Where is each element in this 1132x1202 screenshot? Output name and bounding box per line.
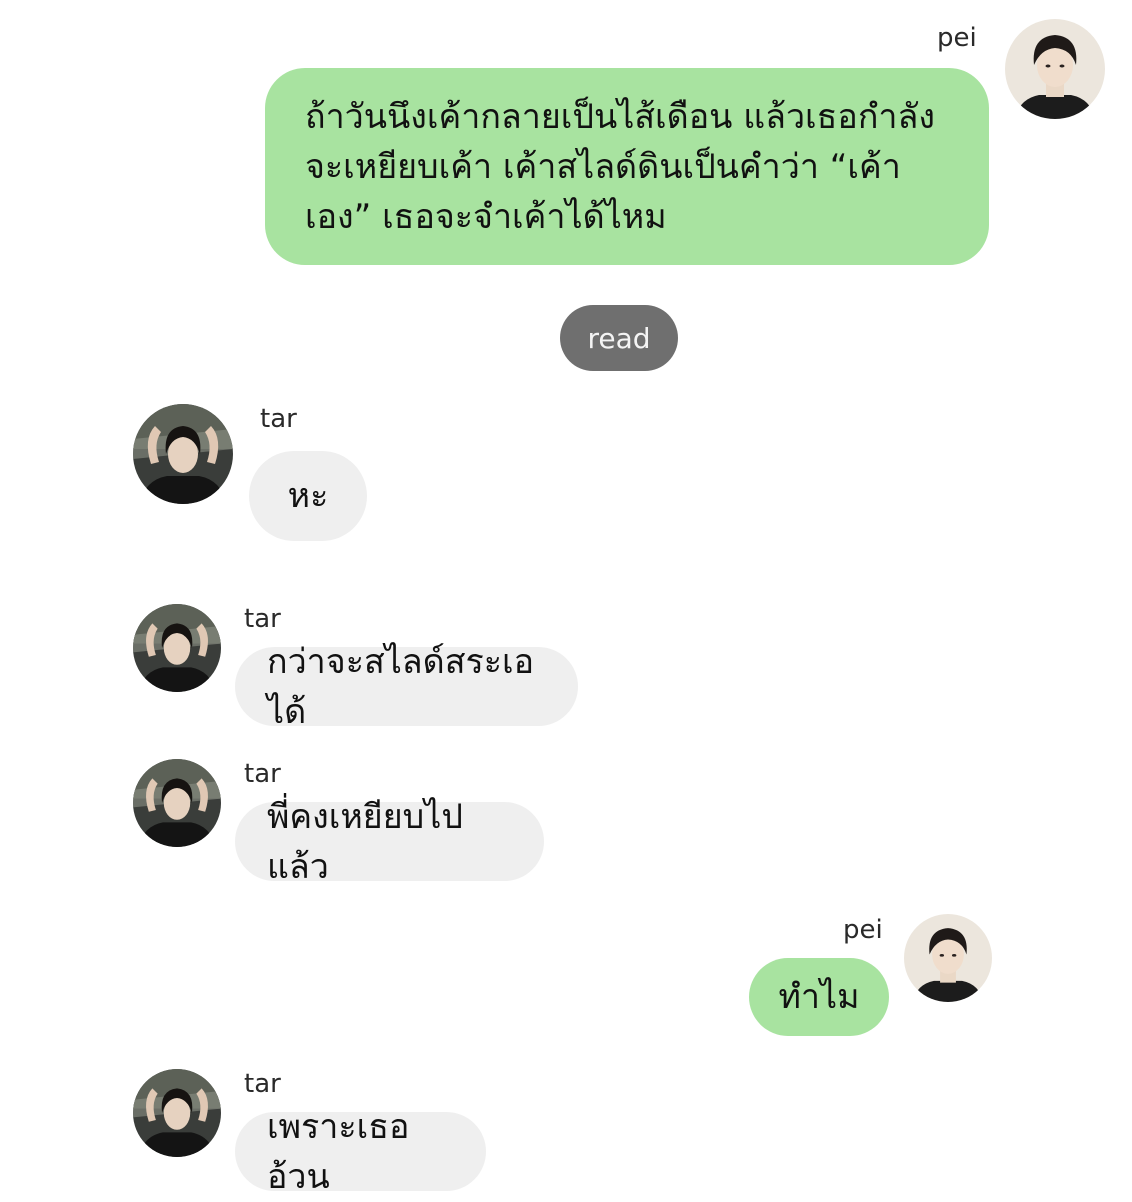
- message-bubble[interactable]: พี่คงเหยียบไปแล้ว: [235, 797, 544, 887]
- tar-avatar[interactable]: [133, 604, 221, 692]
- sender-name: tar: [244, 759, 281, 789]
- message-bubble[interactable]: ถ้าวันนึงเค้ากลายเป็นไส้เดือน แล้วเธอกำล…: [265, 68, 989, 265]
- sender-name: pei: [843, 915, 883, 945]
- message-text: ทำไม: [778, 977, 860, 1017]
- tar-avatar[interactable]: [133, 404, 233, 504]
- pei-avatar[interactable]: [1005, 19, 1105, 119]
- message-bubble[interactable]: กว่าจะสไลด์สระเอได้: [235, 642, 578, 732]
- message-bubble[interactable]: เพราะเธออ้วน: [235, 1107, 486, 1197]
- message-text: เพราะเธออ้วน: [267, 1106, 410, 1197]
- sender-name: tar: [260, 404, 297, 434]
- message-text: พี่คงเหยียบไปแล้ว: [267, 796, 463, 887]
- message-bubble[interactable]: หะ: [249, 451, 367, 541]
- message-text: ถ้าวันนึงเค้ากลายเป็นไส้เดือน แล้วเธอกำล…: [305, 96, 935, 237]
- tar-avatar[interactable]: [133, 1069, 221, 1157]
- message-text: กว่าจะสไลด์สระเอได้: [267, 641, 535, 732]
- message-bubble[interactable]: ทำไม: [749, 958, 889, 1036]
- read-receipt: read: [560, 305, 678, 371]
- pei-avatar[interactable]: [904, 914, 992, 1002]
- message-text: หะ: [287, 476, 329, 516]
- sender-name: tar: [244, 1069, 281, 1099]
- tar-avatar[interactable]: [133, 759, 221, 847]
- sender-name: pei: [937, 23, 977, 53]
- sender-name: tar: [244, 604, 281, 634]
